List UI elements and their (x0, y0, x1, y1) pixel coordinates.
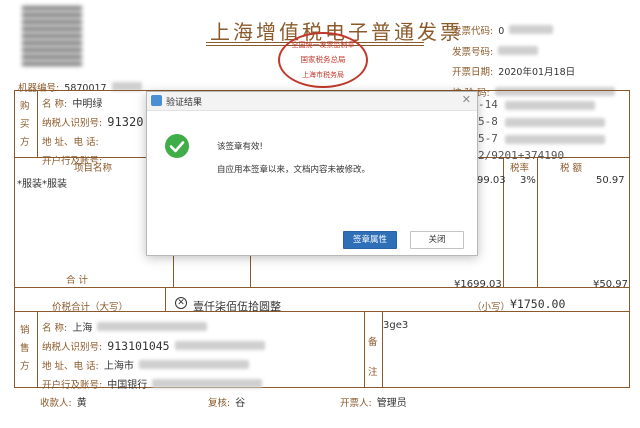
success-check-icon (165, 134, 189, 158)
issuer-value: 管理员 (376, 398, 407, 409)
cipher-line: 5-7 (478, 132, 498, 145)
side-char: 购 (20, 101, 30, 112)
buyer-side-label: 购 买 方 (20, 98, 30, 152)
dialog-message: 该签章有效! (217, 142, 263, 152)
payee-label: 收款人: (40, 398, 72, 409)
close-icon[interactable]: ✕ (462, 93, 471, 106)
side-char: 备 (368, 337, 378, 348)
seller-name-label: 名 称: (42, 323, 68, 334)
remark-side-label: 备 注 (368, 328, 378, 388)
reviewer-value: 谷 (235, 398, 246, 409)
invoice-date-label: 开票日期: (452, 67, 494, 78)
buyer-addr-label: 地 址、电 话: (42, 137, 99, 148)
seal-line: 国家税务总局 (300, 55, 346, 64)
redaction (174, 341, 265, 350)
subtotal-label: 合 计 (66, 275, 89, 286)
seller-fields: 名 称: 上海 纳税人识别号: 913101045 地 址、电 话: 上海市 开… (42, 318, 265, 394)
buyer-tax-label: 纳税人识别号: (42, 118, 103, 129)
rule (364, 311, 365, 387)
seller-tax-label: 纳税人识别号: (42, 342, 103, 353)
side-char: 买 (20, 119, 30, 130)
total-label: 价税合计（大写） (52, 302, 129, 313)
remark-value: 3ge3 (383, 320, 409, 331)
buyer-tax-value: 91320 (107, 115, 144, 129)
invoice-number-label: 发票号码: (452, 46, 494, 58)
total-small-label: （小写） (472, 302, 511, 313)
item-rate: 3% (520, 175, 536, 186)
buyer-name-value: 中明绿 (72, 99, 103, 110)
side-char: 销 (20, 325, 30, 336)
redaction (97, 322, 208, 331)
dialog-title: 验证结果 (166, 98, 203, 108)
payee-value: 黄 (76, 398, 87, 409)
invoice-date-row: 开票日期: 2020年01月18日 (452, 61, 615, 82)
buyer-fields: 名 称: 中明绿 纳税人识别号: 91320 地 址、电 话: 开户行及账号: (42, 94, 143, 170)
seal-line: 全国统一发票监制章 (291, 41, 355, 49)
seller-side-label: 销 售 方 (20, 322, 30, 376)
cipher-line: -14 (478, 98, 498, 111)
col-tax-header: 税 额 (560, 163, 583, 174)
qr-code (22, 6, 82, 66)
total-words: 壹仟柒佰伍拾圆整 (193, 300, 281, 313)
seller-bank-value: 中国银行 (107, 380, 148, 391)
item-tax: 50.97 (596, 175, 625, 186)
redaction (498, 45, 539, 55)
side-char: 方 (20, 361, 30, 372)
issuer-label: 开票人: (340, 398, 372, 409)
redaction (138, 360, 249, 369)
seller-addr-value: 上海市 (103, 361, 134, 372)
buyer-name-label: 名 称: (42, 99, 68, 110)
dialog-titlebar: 验证结果 ✕ (147, 92, 477, 111)
side-char: 方 (20, 137, 30, 148)
redaction (504, 134, 605, 144)
app-icon (151, 95, 162, 106)
close-circle-icon: ✕ (175, 297, 187, 309)
close-button[interactable]: 关闭 (410, 231, 464, 249)
redaction (152, 379, 263, 388)
invoice-date-value: 2020年01月18日 (498, 67, 576, 78)
col-item-header: 项目名称 (74, 163, 113, 174)
tax-seal: 全国统一发票监制章 国家税务总局 上海市税务局 (278, 32, 368, 88)
seller-tax-value: 913101045 (107, 339, 170, 353)
seller-addr-label: 地 址、电 话: (42, 361, 99, 372)
verification-dialog: 验证结果 ✕ 该签章有效! 自应用本签章以来，文档内容未被修改。 签章属性 关闭 (146, 91, 478, 256)
rule (37, 311, 38, 387)
issuer: 开票人: 管理员 (340, 391, 407, 410)
reviewer-label: 复核: (208, 398, 231, 409)
rule (165, 287, 166, 311)
item-amount: 99.03 (477, 175, 506, 186)
rule (37, 91, 38, 157)
signature-properties-button[interactable]: 签章属性 (343, 231, 397, 249)
side-char: 注 (368, 367, 378, 378)
invoice-number-row: 发票号码: (452, 41, 615, 62)
col-rate-header: 税率 (510, 163, 530, 174)
subtotal-tax: ¥50.97 (593, 279, 628, 290)
invoice-code-value: 0 (498, 26, 505, 37)
redaction (509, 25, 554, 34)
item-name: *服装*服装 (17, 179, 67, 190)
total-small-value: ¥1750.00 (510, 297, 566, 311)
cipher-line: 5-8 (478, 115, 498, 128)
seal-line: 上海市税务局 (302, 71, 344, 79)
reviewer: 复核: 谷 (208, 391, 245, 410)
subtotal-amount: ¥1699.03 (454, 279, 502, 290)
redaction (504, 117, 605, 127)
rule (15, 287, 629, 288)
cipher-area: -14 5-8 5-7 2/9201+374190 (478, 96, 605, 164)
rule (537, 157, 538, 287)
seller-name-value: 上海 (72, 323, 93, 334)
redaction (504, 100, 595, 110)
invoice-code-label: 发票代码: (452, 26, 494, 37)
dialog-detail: 自应用本签章以来，文档内容未被修改。 (217, 165, 371, 175)
seller-bank-label: 开户行及账号: (42, 380, 103, 391)
payee: 收款人: 黄 (40, 391, 87, 410)
invoice-code-row: 发票代码: 0 (452, 20, 615, 41)
side-char: 售 (20, 343, 30, 354)
